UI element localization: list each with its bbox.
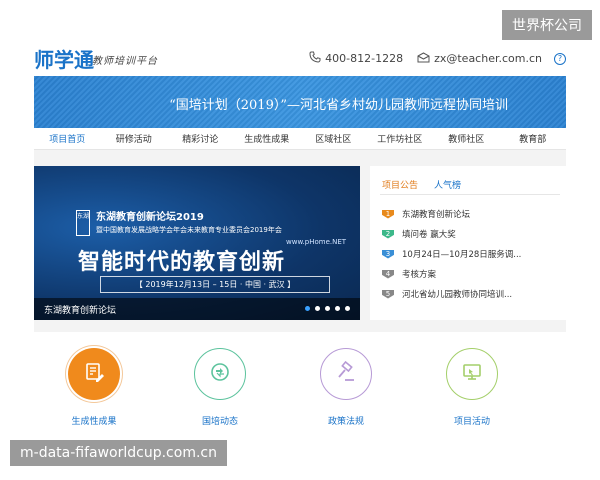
slide-date: 【 2019年12月13日 – 15日 · 中国 · 武汉 】 <box>100 276 330 293</box>
announcement-panel: 项目公告 人气榜 1 东湖教育创新论坛 2 填问卷 赢大奖 3 10月24日—1… <box>370 166 566 320</box>
nav-item-activities[interactable]: 研修活动 <box>101 132 168 145</box>
watermark-top: 世界杯公司 <box>502 10 592 40</box>
banner-title: “国培计划（2019）”—河北省乡村幼儿园教师远程协同培训 <box>169 98 508 113</box>
slide-badge: 东湖 <box>76 210 90 236</box>
nav-item-outcomes[interactable]: 生成性成果 <box>234 132 301 145</box>
email-contact[interactable]: zx@teacher.com.cn <box>417 51 542 66</box>
feature-outcomes[interactable]: 生成性成果 <box>54 348 134 427</box>
list-item[interactable]: 3 10月24日—10月28日服务调... <box>382 244 560 264</box>
feature-circle[interactable] <box>446 348 498 400</box>
carousel-dot[interactable] <box>335 306 340 311</box>
main-nav: 项目首页 研修活动 精彩讨论 生成性成果 区域社区 工作坊社区 教师社区 教育部 <box>34 128 566 150</box>
nav-item-teacher-community[interactable]: 教师社区 <box>433 132 500 145</box>
tab-announcements[interactable]: 项目公告 <box>382 178 418 191</box>
slide-headline: 智能时代的教育创新 <box>78 250 286 275</box>
carousel-dot[interactable] <box>315 306 320 311</box>
email-address[interactable]: zx@teacher.com.cn <box>434 52 542 65</box>
tab-popularity[interactable]: 人气榜 <box>434 178 461 191</box>
nav-item-discussions[interactable]: 精彩讨论 <box>167 132 234 145</box>
feature-label[interactable]: 生成性成果 <box>54 414 134 427</box>
list-item-text[interactable]: 东湖教育创新论坛 <box>402 208 470 220</box>
image-carousel[interactable]: 东湖 东湖教育创新论坛2019 暨中国教育发展战略学会年会未来教育专业委员会20… <box>34 166 360 320</box>
slide-org-line2: 暨中国教育发展战略学会年会未来教育专业委员会2019年会 <box>96 226 282 234</box>
nav-item-regional-community[interactable]: 区域社区 <box>300 132 367 145</box>
rank-badge: 1 <box>382 209 394 219</box>
carousel-caption[interactable]: 东湖教育创新论坛 <box>44 303 116 316</box>
feature-label[interactable]: 项目活动 <box>432 414 512 427</box>
list-item[interactable]: 2 填问卷 赢大奖 <box>382 224 560 244</box>
rank-badge: 4 <box>382 269 394 279</box>
document-edit-icon <box>82 360 106 388</box>
list-item-text[interactable]: 10月24日—10月28日服务调... <box>402 248 521 260</box>
contact-info: 400-812-1228 zx@teacher.com.cn ? <box>295 51 566 66</box>
list-item-text[interactable]: 填问卷 赢大奖 <box>402 228 456 240</box>
site-slogan: 教师培训平台 <box>92 56 158 67</box>
site-logo[interactable]: 师学通 <box>34 44 94 73</box>
project-banner: “国培计划（2019）”—河北省乡村幼儿园教师远程协同培训 <box>34 76 566 128</box>
slide-site: www.pHome.NET <box>286 238 347 246</box>
slide-organizers: 东湖教育创新论坛2019 暨中国教育发展战略学会年会未来教育专业委员会2019年… <box>96 212 282 236</box>
mail-icon <box>417 51 430 66</box>
watermark-bottom: m-data-fifaworldcup.com.cn <box>10 440 227 466</box>
list-item[interactable]: 4 考核方案 <box>382 264 560 284</box>
gavel-icon <box>334 360 358 388</box>
nav-item-workshop-community[interactable]: 工作坊社区 <box>367 132 434 145</box>
feature-news[interactable]: 国培动态 <box>180 348 260 427</box>
rank-badge: 3 <box>382 249 394 259</box>
feature-activities[interactable]: 项目活动 <box>432 348 512 427</box>
carousel-dot[interactable] <box>325 306 330 311</box>
feature-shortcuts: 生成性成果 国培动态 政策法规 项目活动 <box>34 348 566 438</box>
carousel-dot[interactable] <box>345 306 350 311</box>
feature-label[interactable]: 国培动态 <box>180 414 260 427</box>
slide-org-line1: 东湖教育创新论坛2019 <box>96 212 204 223</box>
rank-badge: 2 <box>382 229 394 239</box>
carousel-slide[interactable]: 东湖 东湖教育创新论坛2019 暨中国教育发展战略学会年会未来教育专业委员会20… <box>34 166 360 320</box>
feature-label[interactable]: 政策法规 <box>306 414 386 427</box>
list-item-text[interactable]: 考核方案 <box>402 268 436 280</box>
list-item-text[interactable]: 河北省幼儿园教师协同培训... <box>402 288 512 300</box>
refresh-icon <box>208 360 232 388</box>
feature-policy[interactable]: 政策法规 <box>306 348 386 427</box>
panel-tabs: 项目公告 人气榜 <box>382 178 477 191</box>
list-item[interactable]: 1 东湖教育创新论坛 <box>382 204 560 224</box>
panel-divider <box>380 194 560 195</box>
feature-circle[interactable] <box>68 348 120 400</box>
announcement-list: 1 东湖教育创新论坛 2 填问卷 赢大奖 3 10月24日—10月28日服务调.… <box>382 204 560 304</box>
site-header: 师学通 教师培训平台 400-812-1228 zx@teacher.com.c… <box>34 44 566 74</box>
carousel-caption-bar: 东湖教育创新论坛 <box>34 298 360 320</box>
nav-item-ministry[interactable]: 教育部 <box>500 132 567 145</box>
feature-circle[interactable] <box>194 348 246 400</box>
phone-icon <box>309 51 321 66</box>
carousel-dots <box>300 306 350 311</box>
carousel-dot[interactable] <box>305 306 310 311</box>
phone-number: 400-812-1228 <box>325 52 404 65</box>
phone-contact: 400-812-1228 <box>309 51 403 66</box>
feature-circle[interactable] <box>320 348 372 400</box>
list-item[interactable]: 5 河北省幼儿园教师协同培训... <box>382 284 560 304</box>
help-icon[interactable]: ? <box>554 52 566 65</box>
rank-badge: 5 <box>382 289 394 299</box>
nav-item-home[interactable]: 项目首页 <box>34 132 101 145</box>
monitor-icon <box>460 360 484 388</box>
